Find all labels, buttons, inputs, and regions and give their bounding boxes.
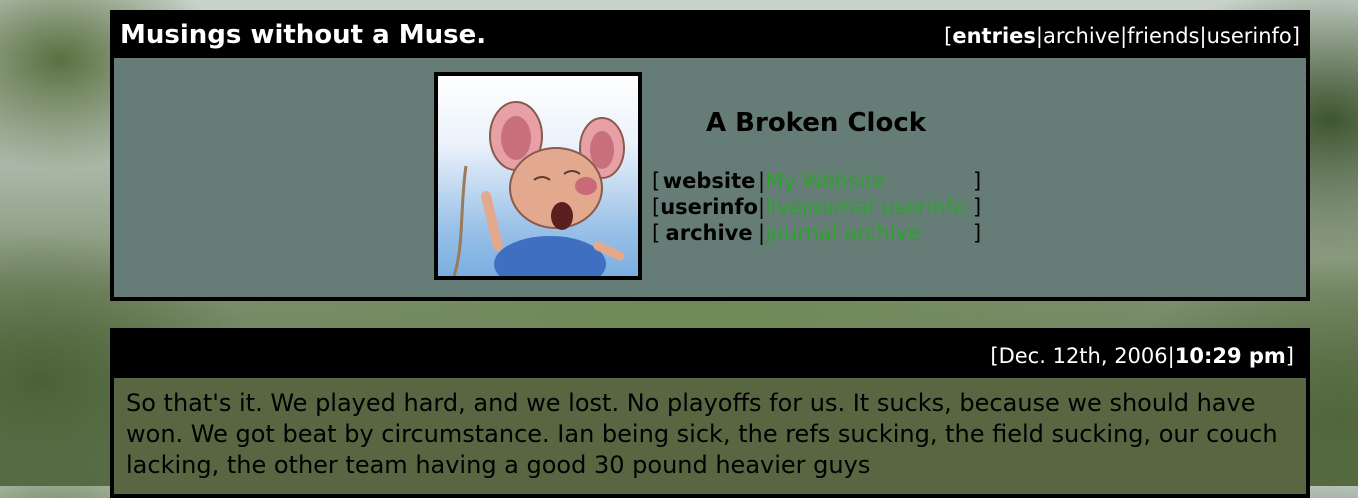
- profile-link-row: [ userinfo | livejournal userinfo ]: [652, 194, 982, 220]
- entry-text: So that's it. We played hard, and we los…: [110, 378, 1310, 498]
- profile-links: [ website | My Website ] [ userinfo | li…: [652, 168, 981, 246]
- userinfo-link[interactable]: livejournal userinfo: [765, 194, 973, 220]
- entry-time: 10:29 pm: [1174, 344, 1286, 368]
- journal-entry: [Dec. 12th, 2006|10:29 pm] So that's it.…: [110, 328, 1310, 498]
- entry-date: Dec. 12th, 2006: [998, 344, 1168, 368]
- nav-link-archive[interactable]: archive: [1043, 24, 1120, 48]
- journal-nav: [entries|archive|friends|userinfo]: [944, 24, 1300, 48]
- mouse-userpic-image: [438, 76, 638, 276]
- profile-link-row: [ archive | journal archive ]: [652, 220, 982, 246]
- link-label-userinfo: userinfo: [660, 195, 758, 219]
- nav-bracket-close: ]: [1291, 24, 1300, 48]
- mouse-illustration: [452, 101, 625, 276]
- website-link[interactable]: My Website: [765, 168, 973, 194]
- archive-link[interactable]: journal archive: [765, 220, 973, 246]
- journal-owner-name: A Broken Clock: [706, 108, 927, 138]
- userpic[interactable]: [434, 72, 642, 280]
- nav-link-userinfo[interactable]: userinfo: [1207, 24, 1292, 48]
- link-label-website: website: [662, 169, 756, 193]
- entry-timestamp: [Dec. 12th, 2006|10:29 pm]: [990, 344, 1294, 368]
- profile-panel: A Broken Clock [ website | My Website ] …: [114, 58, 1306, 297]
- title-bar: Musings without a Muse. [entries|archive…: [114, 14, 1306, 58]
- journal-title: Musings without a Muse.: [120, 20, 487, 50]
- journal-header: Musings without a Muse. [entries|archive…: [110, 10, 1310, 301]
- nav-link-friends[interactable]: friends: [1127, 24, 1199, 48]
- nav-separator: |: [1199, 24, 1207, 48]
- nav-link-entries[interactable]: entries: [952, 24, 1036, 48]
- profile-link-row: [ website | My Website ]: [652, 168, 982, 194]
- entry-header: [Dec. 12th, 2006|10:29 pm]: [110, 328, 1310, 378]
- nav-separator: |: [1035, 24, 1043, 48]
- link-label-archive: archive: [665, 221, 753, 245]
